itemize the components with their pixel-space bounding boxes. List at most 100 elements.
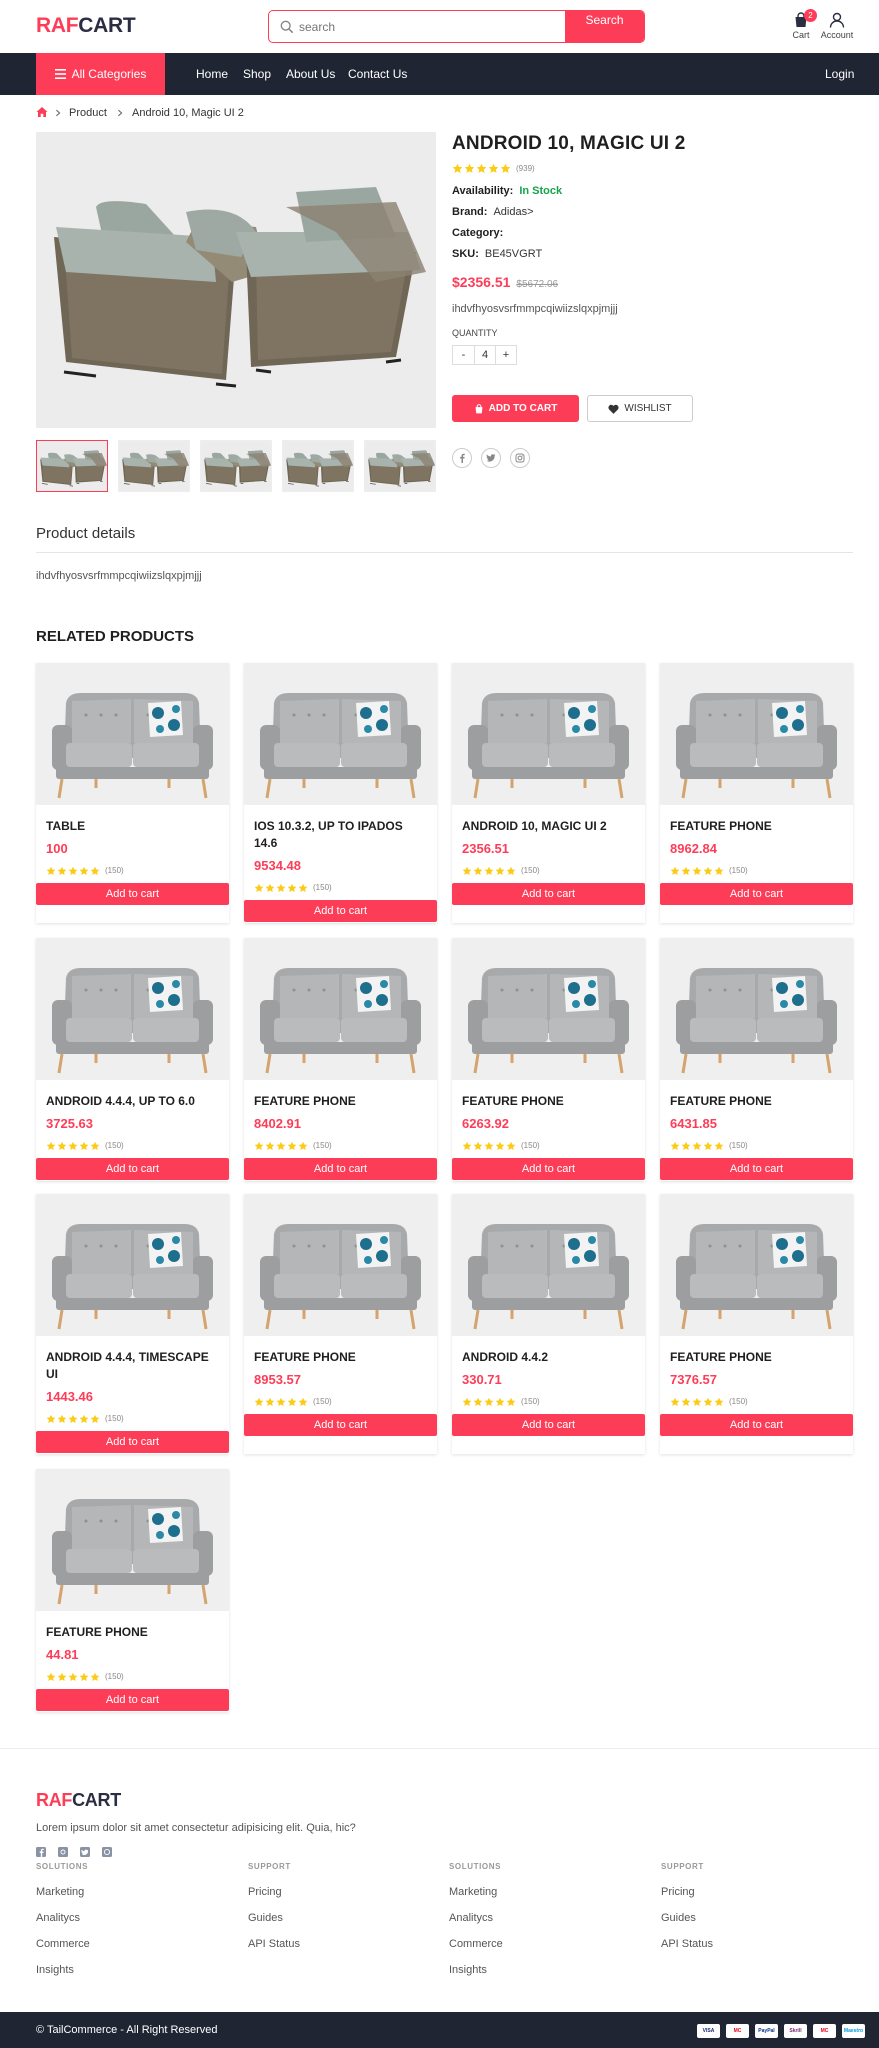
add-to-cart-button[interactable]: Add to cart bbox=[452, 1158, 645, 1180]
product-thumbnail[interactable] bbox=[36, 440, 108, 492]
add-to-cart-button[interactable]: Add to cart bbox=[36, 1689, 229, 1711]
add-to-cart-button[interactable]: Add to cart bbox=[36, 1158, 229, 1180]
footer-link[interactable]: Guides bbox=[661, 1912, 696, 1924]
facebook-icon[interactable] bbox=[36, 1847, 46, 1857]
product-card[interactable]: FEATURE PHONE 7376.57 (150) Add to cart bbox=[660, 1194, 853, 1454]
product-card-name[interactable]: IOS 10.3.2, UP TO IPADOS 14.6 bbox=[254, 818, 429, 852]
product-card-name[interactable]: FEATURE PHONE bbox=[670, 818, 845, 835]
footer-link[interactable]: API Status bbox=[248, 1938, 300, 1950]
product-card-name[interactable]: FEATURE PHONE bbox=[46, 1624, 221, 1641]
product-card[interactable]: FEATURE PHONE 8953.57 (150) Add to cart bbox=[244, 1194, 437, 1454]
wishlist-button[interactable]: WISHLIST bbox=[587, 395, 693, 422]
site-logo[interactable]: RAFCART bbox=[36, 14, 136, 38]
product-card-name[interactable]: FEATURE PHONE bbox=[254, 1349, 429, 1366]
search-input[interactable] bbox=[299, 11, 529, 42]
account-link[interactable]: Account bbox=[817, 12, 857, 40]
breadcrumb-product[interactable]: Product bbox=[69, 107, 107, 119]
facebook-share-button[interactable] bbox=[452, 448, 472, 468]
footer-link[interactable]: Pricing bbox=[661, 1886, 695, 1898]
product-card[interactable]: FEATURE PHONE 8962.84 (150) Add to cart bbox=[660, 663, 853, 923]
product-card-image[interactable] bbox=[36, 1194, 229, 1336]
product-thumbnail[interactable] bbox=[118, 440, 190, 492]
product-card-name[interactable]: ANDROID 10, MAGIC UI 2 bbox=[462, 818, 637, 835]
search-button[interactable]: Search bbox=[565, 11, 644, 42]
add-to-cart-button[interactable]: ADD TO CART bbox=[452, 395, 579, 422]
product-card[interactable]: FEATURE PHONE 6263.92 (150) Add to cart bbox=[452, 938, 645, 1181]
product-card[interactable]: ANDROID 4.4.2 330.71 (150) Add to cart bbox=[452, 1194, 645, 1454]
product-card-name[interactable]: ANDROID 4.4.4, TIMESCAPE UI bbox=[46, 1349, 221, 1383]
nav-shop[interactable]: Shop bbox=[243, 67, 271, 81]
twitter-icon[interactable] bbox=[80, 1847, 90, 1857]
product-card-image[interactable] bbox=[244, 663, 437, 805]
product-thumbnail[interactable] bbox=[364, 440, 436, 492]
product-card[interactable]: ANDROID 4.4.4, TIMESCAPE UI 1443.46 (150) A… bbox=[36, 1194, 229, 1454]
add-to-cart-button[interactable]: Add to cart bbox=[452, 1414, 645, 1436]
home-icon[interactable] bbox=[36, 106, 48, 118]
product-card[interactable]: FEATURE PHONE 6431.85 (150) Add to cart bbox=[660, 938, 853, 1181]
quantity-decrease-button[interactable]: - bbox=[453, 346, 474, 364]
product-card-image[interactable] bbox=[452, 1194, 645, 1336]
cart-link[interactable]: 2 Cart bbox=[781, 9, 821, 40]
add-to-cart-button[interactable]: Add to cart bbox=[660, 1158, 853, 1180]
product-card-price: 3725.63 bbox=[46, 1116, 93, 1131]
product-card-name[interactable]: FEATURE PHONE bbox=[670, 1093, 845, 1110]
footer-link[interactable]: Insights bbox=[36, 1964, 74, 1976]
add-to-cart-button[interactable]: Add to cart bbox=[36, 883, 229, 905]
instagram-share-button[interactable] bbox=[510, 448, 530, 468]
add-to-cart-button[interactable]: Add to cart bbox=[660, 1414, 853, 1436]
footer-link[interactable]: Commerce bbox=[449, 1938, 503, 1950]
product-card-image[interactable] bbox=[452, 938, 645, 1080]
footer-link[interactable]: Insights bbox=[449, 1964, 487, 1976]
add-to-cart-button[interactable]: Add to cart bbox=[452, 883, 645, 905]
quantity-increase-button[interactable]: + bbox=[495, 346, 516, 364]
product-thumbnail[interactable] bbox=[200, 440, 272, 492]
footer-link[interactable]: Marketing bbox=[449, 1886, 497, 1898]
product-card-image[interactable] bbox=[660, 1194, 853, 1336]
footer-link[interactable]: Analitycs bbox=[449, 1912, 493, 1924]
product-card-name[interactable]: FEATURE PHONE bbox=[670, 1349, 845, 1366]
product-card-image[interactable] bbox=[36, 1469, 229, 1611]
product-card-image[interactable] bbox=[36, 663, 229, 805]
product-card-image[interactable] bbox=[660, 663, 853, 805]
quantity-value[interactable]: 4 bbox=[474, 346, 495, 364]
product-card-name[interactable]: FEATURE PHONE bbox=[254, 1093, 429, 1110]
nav-home[interactable]: Home bbox=[196, 67, 228, 81]
footer-logo[interactable]: RAFCART bbox=[36, 1790, 121, 1811]
add-to-cart-button[interactable]: Add to cart bbox=[244, 1414, 437, 1436]
product-card[interactable]: FEATURE PHONE 8402.91 (150) Add to cart bbox=[244, 938, 437, 1181]
product-card[interactable]: TABLE 100 (150) Add to cart bbox=[36, 663, 229, 923]
nav-contact[interactable]: Contact Us bbox=[348, 67, 407, 81]
product-card-name[interactable]: TABLE bbox=[46, 818, 221, 835]
product-card[interactable]: FEATURE PHONE 44.81 (150) Add to cart bbox=[36, 1469, 229, 1712]
product-card-name[interactable]: FEATURE PHONE bbox=[462, 1093, 637, 1110]
add-to-cart-button[interactable]: Add to cart bbox=[244, 1158, 437, 1180]
nav-login[interactable]: Login bbox=[825, 67, 854, 81]
footer-link[interactable]: Marketing bbox=[36, 1886, 84, 1898]
brand-value[interactable]: Adidas> bbox=[493, 206, 533, 218]
footer-link[interactable]: Analitycs bbox=[36, 1912, 80, 1924]
product-card-image[interactable] bbox=[452, 663, 645, 805]
instagram-icon[interactable] bbox=[58, 1847, 68, 1857]
add-to-cart-button[interactable]: Add to cart bbox=[244, 900, 437, 922]
footer-link[interactable]: Commerce bbox=[36, 1938, 90, 1950]
add-to-cart-button[interactable]: Add to cart bbox=[660, 883, 853, 905]
all-categories-button[interactable]: All Categories bbox=[36, 53, 165, 95]
product-card-image[interactable] bbox=[660, 938, 853, 1080]
product-thumbnail[interactable] bbox=[282, 440, 354, 492]
add-to-cart-button[interactable]: Add to cart bbox=[36, 1431, 229, 1453]
product-card-image[interactable] bbox=[244, 1194, 437, 1336]
product-card[interactable]: ANDROID 10, MAGIC UI 2 2356.51 (150) Add to… bbox=[452, 663, 645, 923]
footer-link[interactable]: Pricing bbox=[248, 1886, 282, 1898]
product-card-image[interactable] bbox=[244, 938, 437, 1080]
nav-about[interactable]: About Us bbox=[286, 67, 335, 81]
twitter-share-button[interactable] bbox=[481, 448, 501, 468]
footer-link[interactable]: API Status bbox=[661, 1938, 713, 1950]
product-card[interactable]: ANDROID 4.4.4, UP TO 6.0 3725.63 (150) Add … bbox=[36, 938, 229, 1181]
star-icon bbox=[68, 1141, 78, 1151]
product-card-image[interactable] bbox=[36, 938, 229, 1080]
product-card-name[interactable]: ANDROID 4.4.2 bbox=[462, 1349, 637, 1366]
product-card[interactable]: IOS 10.3.2, UP TO IPADOS 14.6 9534.48 (150… bbox=[244, 663, 437, 923]
github-icon[interactable] bbox=[102, 1847, 112, 1857]
footer-link[interactable]: Guides bbox=[248, 1912, 283, 1924]
product-card-name[interactable]: ANDROID 4.4.4, UP TO 6.0 bbox=[46, 1093, 221, 1110]
